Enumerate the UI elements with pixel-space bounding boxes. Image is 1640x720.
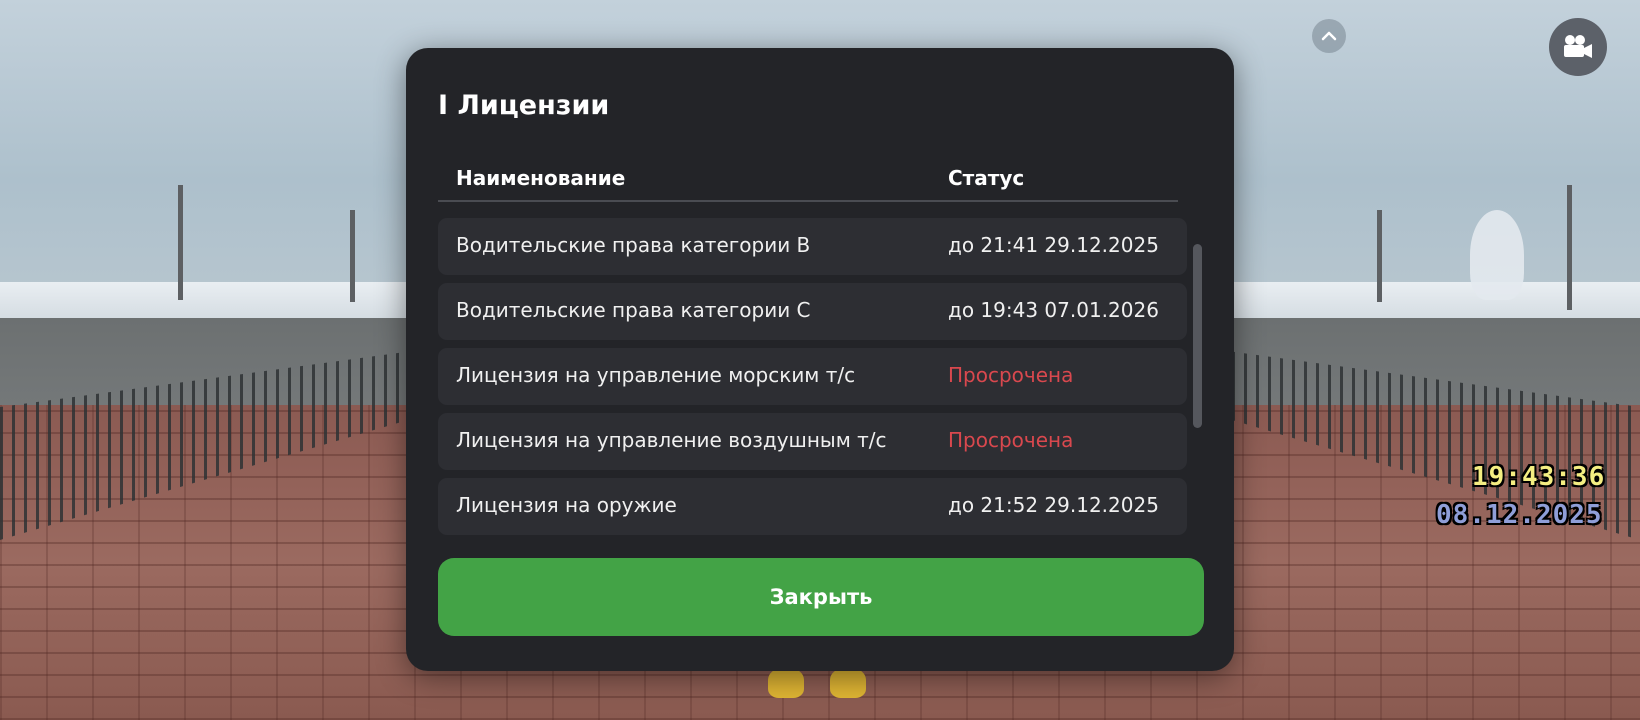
dialog-title: I Лицензии [438, 90, 610, 121]
snowy-tree [1470, 210, 1524, 300]
license-name: Лицензия на управление морским т/с [456, 363, 856, 387]
street-lamp [1567, 185, 1572, 310]
camera-button[interactable] [1549, 18, 1607, 76]
table-header: Наименование Статус [438, 154, 1178, 202]
table-row: Лицензия на управление воздушным т/с Про… [438, 413, 1187, 470]
game-clock-time: 19:43:36 [1472, 462, 1606, 492]
street-lamp [350, 210, 355, 302]
column-header-status: Статус [948, 166, 1025, 190]
table-row: Лицензия на управление морским т/с Проср… [438, 348, 1187, 405]
street-lamp [178, 185, 183, 300]
list-scrollbar[interactable] [1193, 244, 1202, 428]
table-row: Лицензия на оружие до 21:52 29.12.2025 [438, 478, 1187, 535]
character-foot [768, 668, 804, 698]
table-row: Водительские права категории B до 21:41 … [438, 218, 1187, 275]
collapse-chevron-button[interactable] [1312, 19, 1346, 53]
video-camera-icon [1564, 35, 1592, 58]
game-clock-date: 08.12.2025 [1436, 500, 1603, 530]
license-status: до 21:52 29.12.2025 [948, 493, 1159, 517]
license-name: Водительские права категории C [456, 298, 811, 322]
license-name: Водительские права категории B [456, 233, 811, 257]
licenses-list[interactable]: Водительские права категории B до 21:41 … [438, 218, 1187, 569]
license-status: до 21:41 29.12.2025 [948, 233, 1159, 257]
license-name: Лицензия на оружие [456, 493, 677, 517]
license-status: до 19:43 07.01.2026 [948, 298, 1159, 322]
close-button[interactable]: Закрыть [438, 558, 1204, 636]
licenses-dialog: I Лицензии Наименование Статус Водительс… [406, 48, 1234, 671]
table-row: Водительские права категории C до 19:43 … [438, 283, 1187, 340]
character-foot [830, 668, 866, 698]
street-lamp [1377, 210, 1382, 302]
license-status-expired: Просрочена [948, 428, 1074, 452]
license-name: Лицензия на управление воздушным т/с [456, 428, 887, 452]
license-status-expired: Просрочена [948, 363, 1074, 387]
column-header-name: Наименование [456, 166, 626, 190]
chevron-up-icon [1321, 31, 1337, 41]
